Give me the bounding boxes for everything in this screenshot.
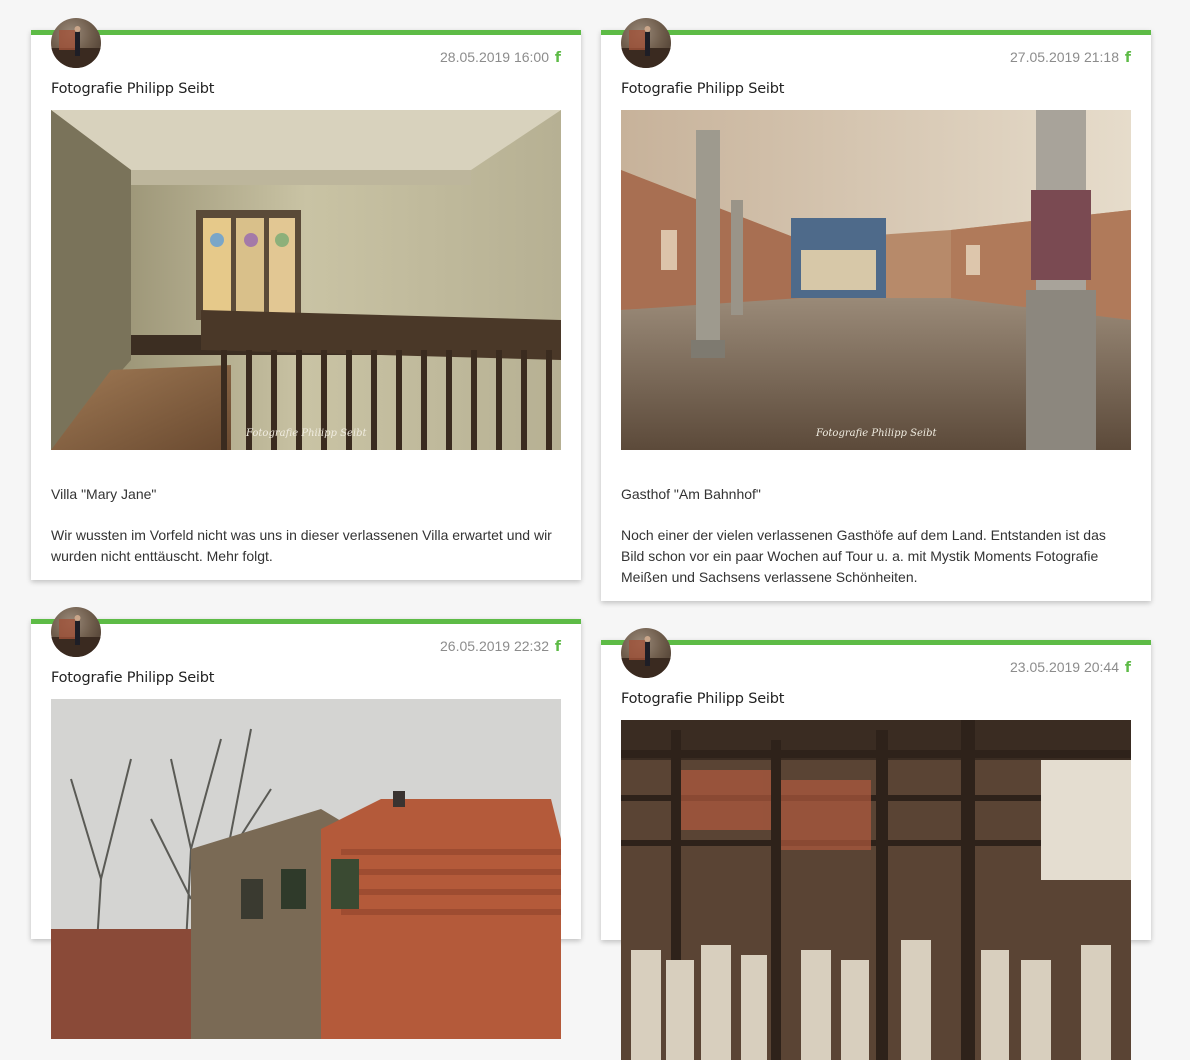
post-date: 27.05.2019 21:18 xyxy=(1010,49,1120,65)
post-meta: 26.05.2019 22:32 f xyxy=(51,636,561,656)
facebook-icon[interactable]: f xyxy=(555,48,561,68)
post-card: 27.05.2019 21:18 f Fotografie Philipp Se… xyxy=(601,18,1151,601)
post-date: 23.05.2019 20:44 xyxy=(1010,659,1120,675)
post-date: 28.05.2019 16:00 xyxy=(440,49,550,65)
post-text: Wir wussten im Vorfeld nicht was uns in … xyxy=(51,527,552,564)
post-title: Villa "Mary Jane" xyxy=(51,486,157,502)
avatar[interactable] xyxy=(51,607,101,657)
post-image[interactable]: Fotografie Philipp Seibt xyxy=(51,110,561,450)
image-watermark: Fotografie Philipp Seibt xyxy=(245,428,367,439)
post-meta: 28.05.2019 16:00 f xyxy=(51,47,561,67)
post-card: 26.05.2019 22:32 f Fotografie Philipp Se… xyxy=(31,607,581,1039)
post-image[interactable] xyxy=(621,720,1131,1060)
facebook-icon[interactable]: f xyxy=(1125,658,1131,678)
post-image[interactable]: Fotografie Philipp Seibt xyxy=(621,110,1131,450)
avatar[interactable] xyxy=(51,18,101,68)
author-name[interactable]: Fotografie Philipp Seibt xyxy=(621,78,1131,100)
post-card: 23.05.2019 20:44 f Fotografie Philipp Se… xyxy=(601,628,1151,1060)
avatar[interactable] xyxy=(621,628,671,678)
post-meta: 23.05.2019 20:44 f xyxy=(621,657,1131,677)
post-card: 28.05.2019 16:00 f Fotografie Philipp Se… xyxy=(31,18,581,580)
image-watermark: Fotografie Philipp Seibt xyxy=(815,428,937,439)
post-meta: 27.05.2019 21:18 f xyxy=(621,47,1131,67)
facebook-icon[interactable]: f xyxy=(555,637,561,657)
author-name[interactable]: Fotografie Philipp Seibt xyxy=(51,667,561,689)
post-image[interactable] xyxy=(51,699,561,1039)
post-title: Gasthof "Am Bahnhof" xyxy=(621,486,761,502)
author-name[interactable]: Fotografie Philipp Seibt xyxy=(621,688,1131,710)
post-date: 26.05.2019 22:32 xyxy=(440,638,550,654)
avatar[interactable] xyxy=(621,18,671,68)
facebook-icon[interactable]: f xyxy=(1125,48,1131,68)
post-text: Noch einer der vielen verlassenen Gasthö… xyxy=(621,527,1106,585)
author-name[interactable]: Fotografie Philipp Seibt xyxy=(51,78,561,100)
